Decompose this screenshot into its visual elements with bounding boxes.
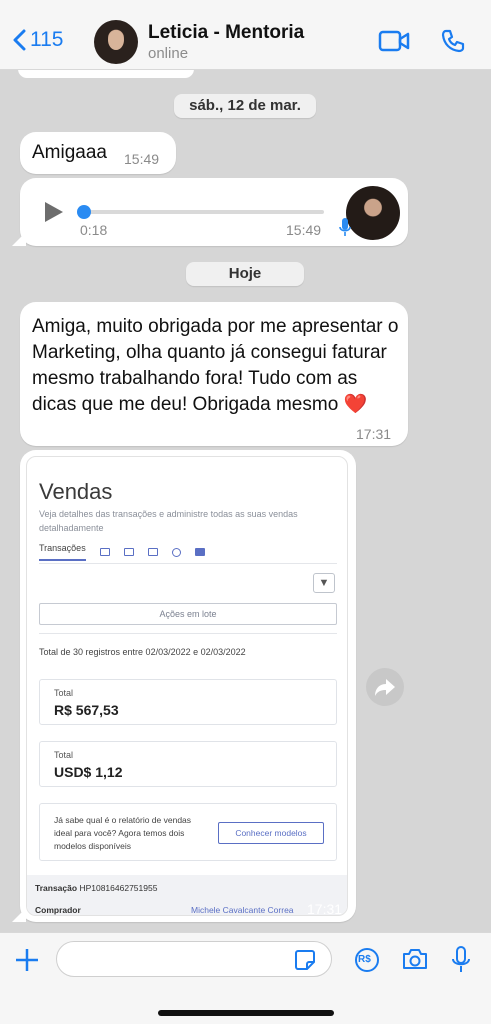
sales-screenshot-image[interactable]: Vendas Veja detalhes das transações e ad… [26,456,348,916]
audio-message-bubble[interactable]: 0:18 15:49 [12,178,408,246]
transaction-row: Transação HP10816462751955 Comprador Mic… [27,875,347,915]
chevron-left-icon [13,29,26,51]
contact-name[interactable]: Leticia - Mentoria [148,22,304,44]
billing-icon [194,548,205,556]
records-total: Total de 30 registros entre 02/03/2022 e… [39,647,246,657]
message-text: Amigaaa [32,142,107,163]
microphone-icon [339,218,351,236]
microphone-icon[interactable] [451,945,471,975]
audio-progress-track[interactable] [84,210,324,214]
screenshot-subtitle: Veja detalhes das transações e administr… [39,509,298,533]
message-time: 17:31 [307,901,343,916]
video-call-icon[interactable] [378,30,410,52]
total-card-brl: Total R$ 567,53 [39,679,337,725]
report-info-card: Já sabe qual é o relatório de vendas ide… [39,803,337,861]
message-bubble-long[interactable]: Amiga, muito obrigada por me apresentar … [20,302,408,446]
chat-area[interactable]: sáb., 12 de mar. Amigaaa 15:49 0:18 15:4… [0,70,491,932]
message-text: Amiga, muito obrigada por me apresentar … [32,316,399,415]
play-icon[interactable] [42,200,66,224]
bubble-tail [12,908,26,922]
card-value: USD$ 1,12 [54,764,123,780]
divider [39,563,337,564]
composer-bar: R$ [0,932,491,1024]
phone-call-icon[interactable] [440,28,466,54]
message-time: 17:31 [356,426,392,442]
transaction-label: Transação HP10816462751955 [35,883,158,893]
forward-icon [375,679,395,696]
audio-position: 0:18 [80,222,108,238]
camera-icon[interactable] [401,947,429,971]
card-value: R$ 567,53 [54,702,119,718]
report-info-text: Já sabe qual é o relatório de vendas ide… [54,815,192,851]
previous-message-bubble [18,70,194,78]
bubble-tail [12,232,26,246]
card-label: Total [54,688,74,698]
tab-transacoes: Transações [39,543,86,561]
payment-button[interactable]: R$ [354,947,380,978]
home-indicator [158,1010,334,1016]
contact-status: online [148,45,189,62]
filter-icon: ▼ [313,573,335,593]
message-bubble[interactable]: Amigaaa 15:49 [20,132,176,174]
forward-button[interactable] [366,668,404,706]
image-message-bubble[interactable]: Vendas Veja detalhes das transações e ad… [12,450,356,922]
audio-scrubber[interactable] [77,205,91,219]
buyer-name: Michele Cavalcante Correa [191,905,294,915]
date-divider-today: Hoje [186,262,304,286]
cart-icon [99,548,110,556]
batch-actions-button: Ações em lote [39,603,337,625]
message-input[interactable] [56,941,332,977]
card-icon [123,548,134,556]
info-icon [171,547,181,557]
card-label: Total [54,750,74,760]
date-divider: sáb., 12 de mar. [174,94,316,118]
plus-icon[interactable] [14,947,40,973]
screenshot-title: Vendas [39,479,113,504]
buyer-label: Comprador [35,905,81,915]
screenshot-tabs: Transações [39,543,205,561]
total-card-usd: Total USD$ 1,12 [39,741,337,787]
unread-count: 115 [30,28,64,51]
message-time: 15:49 [124,151,160,167]
mail-icon [147,548,158,556]
back-button[interactable]: 115 [12,28,63,52]
chat-header: 115 Leticia - Mentoria online [0,0,491,70]
divider [39,633,337,634]
sticker-icon[interactable] [294,949,316,971]
learn-models-button: Conhecer modelos [218,822,324,844]
sender-avatar [346,186,400,240]
payment-label: R$ [358,954,371,965]
audio-time: 15:49 [286,222,322,238]
contact-avatar[interactable] [94,20,138,64]
